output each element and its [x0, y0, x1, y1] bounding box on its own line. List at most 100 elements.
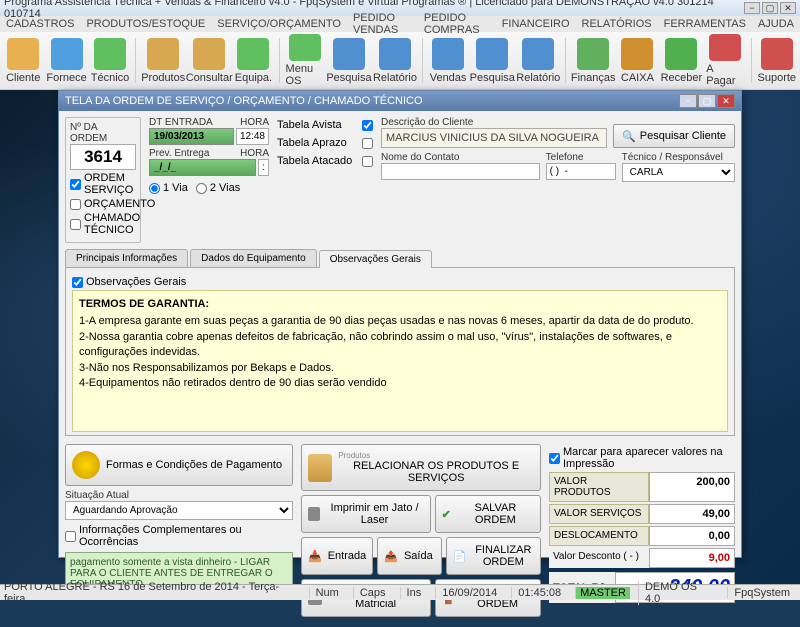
hora-prev[interactable]: : [258, 159, 269, 176]
situacao-select[interactable]: Aguardando Aprovação [65, 501, 293, 520]
relacionar-produtos-button[interactable]: ProdutosRELACIONAR OS PRODUTOS E SERVIÇO… [301, 444, 541, 491]
toolbar-caixa[interactable]: CAIXA [618, 34, 656, 87]
valor-servicos: 49,00 [649, 504, 735, 524]
app-window: Programa Assistência Técnica + Vendas & … [0, 0, 800, 600]
formas-pagamento-button[interactable]: Formas e Condições de Pagamento [65, 444, 293, 486]
menu-cadastros[interactable]: CADASTROS [6, 18, 74, 30]
order-number-value: 3614 [70, 144, 136, 170]
menu-ferramentas[interactable]: FERRAMENTAS [664, 18, 746, 30]
toolbar-icon [289, 34, 321, 61]
observacoes-text[interactable]: TERMOS DE GARANTIA: 1-A empresa garante … [72, 290, 728, 432]
toolbar-icon [94, 38, 126, 70]
toolbar: ClienteForneceTécnico ProdutosConsultarEq… [0, 32, 800, 90]
chk-info-complementares[interactable] [65, 531, 76, 542]
dialog-titlebar: TELA DA ORDEM DE SERVIÇO / ORÇAMENTO / C… [59, 91, 741, 111]
dt-entrada[interactable]: 19/03/2013 [149, 128, 234, 145]
prev-entrega[interactable]: _/_/_ [149, 159, 256, 176]
maximize-icon[interactable]: ▢ [762, 2, 778, 14]
close-icon[interactable]: ✕ [780, 2, 796, 14]
toolbar-finanças[interactable]: Finanças [572, 34, 614, 87]
toolbar-vendas[interactable]: Vendas [429, 34, 467, 87]
radio-1via[interactable] [149, 183, 160, 194]
nome-contato-input[interactable] [381, 163, 540, 180]
toolbar-icon [432, 38, 464, 70]
toolbar-produtos[interactable]: Produtos [142, 34, 184, 87]
chk-aprazo[interactable] [362, 138, 373, 149]
telefone-input[interactable] [546, 163, 616, 180]
menu-servico[interactable]: SERVIÇO/ORÇAMENTO [217, 18, 341, 30]
status-master: MASTER [575, 587, 630, 599]
chk-marcar-impressao[interactable] [549, 453, 560, 464]
toolbar-suporte[interactable]: Suporte [758, 34, 797, 87]
toolbar-icon [333, 38, 365, 70]
toolbar-consultar[interactable]: Consultar [188, 34, 230, 87]
toolbar-equipa.[interactable]: Equipa. [234, 34, 272, 87]
pesquisar-cliente-button[interactable]: 🔍 Pesquisar Cliente [613, 124, 735, 148]
menubar: CADASTROS PRODUTOS/ESTOQUE SERVIÇO/ORÇAM… [0, 16, 800, 32]
printer-icon [308, 507, 320, 521]
menu-relatorios[interactable]: RELATÓRIOS [582, 18, 652, 30]
toolbar-a pagar[interactable]: A Pagar [706, 34, 744, 87]
menu-produtos[interactable]: PRODUTOS/ESTOQUE [86, 18, 205, 30]
toolbar-icon [709, 34, 741, 61]
tab-principais[interactable]: Principais Informações [65, 249, 188, 267]
status-location: PORTO ALEGRE - RS 16 de Setembro de 2014… [4, 581, 293, 605]
toolbar-fornece[interactable]: Fornece [46, 34, 86, 87]
toolbar-icon [476, 38, 508, 70]
chk-orcamento[interactable] [70, 199, 81, 210]
toolbar-técnico[interactable]: Técnico [91, 34, 130, 87]
hora-entrada[interactable]: 12:48 [236, 128, 269, 145]
dialog-title: TELA DA ORDEM DE SERVIÇO / ORÇAMENTO / C… [65, 95, 423, 107]
chk-obs-gerais[interactable] [72, 277, 83, 288]
tab-content: Observações Gerais TERMOS DE GARANTIA: 1… [65, 268, 735, 436]
dialog-minimize-icon[interactable]: − [679, 94, 697, 108]
toolbar-icon [51, 38, 83, 70]
doc-icon: 📄 [453, 550, 467, 563]
order-number-group: Nº DA ORDEM 3614 ORDEM SERVIÇO ORÇAMENTO… [65, 117, 141, 243]
toolbar-icon [379, 38, 411, 70]
toolbar-pesquisa[interactable]: Pesquisa [471, 34, 513, 87]
salvar-button[interactable]: ✔SALVAR ORDEM [435, 495, 541, 533]
chk-avista[interactable] [362, 120, 373, 131]
toolbar-receber[interactable]: Receber [661, 34, 703, 87]
statusbar: PORTO ALEGRE - RS 16 de Setembro de 2014… [0, 584, 800, 600]
minimize-icon[interactable]: − [744, 2, 760, 14]
menu-financeiro[interactable]: FINANCEIRO [502, 18, 570, 30]
valor-deslocamento: 0,00 [649, 526, 735, 546]
toolbar-pesquisa[interactable]: Pesquisa [328, 34, 370, 87]
toolbar-icon [193, 38, 225, 70]
toolbar-icon [621, 38, 653, 70]
menu-compras[interactable]: PEDIDO COMPRAS [424, 12, 490, 36]
chk-ordem-servico[interactable] [70, 179, 81, 190]
dialog-close-icon[interactable]: ✕ [717, 94, 735, 108]
tecnico-select[interactable]: CARLA [622, 163, 735, 182]
dialog-maximize-icon[interactable]: ▢ [698, 94, 716, 108]
in-icon: 📥 [308, 550, 322, 563]
entrada-button[interactable]: 📥Entrada [301, 537, 373, 575]
menu-ajuda[interactable]: AJUDA [758, 18, 794, 30]
saida-button[interactable]: 📤Saída [377, 537, 442, 575]
out-icon: 📤 [384, 550, 398, 563]
box-icon [308, 454, 332, 482]
chk-atacado[interactable] [362, 156, 373, 167]
menu-vendas[interactable]: PEDIDO VENDAS [353, 12, 412, 36]
imprimir-laser-button[interactable]: Imprimir em Jato / Laser [301, 495, 431, 533]
toolbar-relatório[interactable]: Relatório [517, 34, 559, 87]
toolbar-icon [577, 38, 609, 70]
cliente-nome: MARCIUS VINICIUS DA SILVA NOGUEIRA [381, 128, 607, 148]
chk-chamado[interactable] [70, 219, 81, 230]
toolbar-cliente[interactable]: Cliente [4, 34, 42, 87]
tabs: Principais Informações Dados do Equipame… [65, 249, 735, 268]
tab-observacoes[interactable]: Observações Gerais [319, 250, 432, 268]
finalizar-button[interactable]: 📄FINALIZAR ORDEM [446, 537, 541, 575]
toolbar-icon [237, 38, 269, 70]
toolbar-icon [7, 38, 39, 70]
toolbar-relatório[interactable]: Relatório [374, 34, 416, 87]
toolbar-icon [761, 38, 793, 70]
search-icon: 🔍 [622, 130, 636, 143]
valor-desconto[interactable]: 9,00 [649, 548, 735, 568]
toolbar-menu os[interactable]: Menu OS [286, 34, 324, 87]
radio-2vias[interactable] [196, 183, 207, 194]
coin-icon [72, 451, 100, 479]
tab-equipamento[interactable]: Dados do Equipamento [190, 249, 317, 267]
